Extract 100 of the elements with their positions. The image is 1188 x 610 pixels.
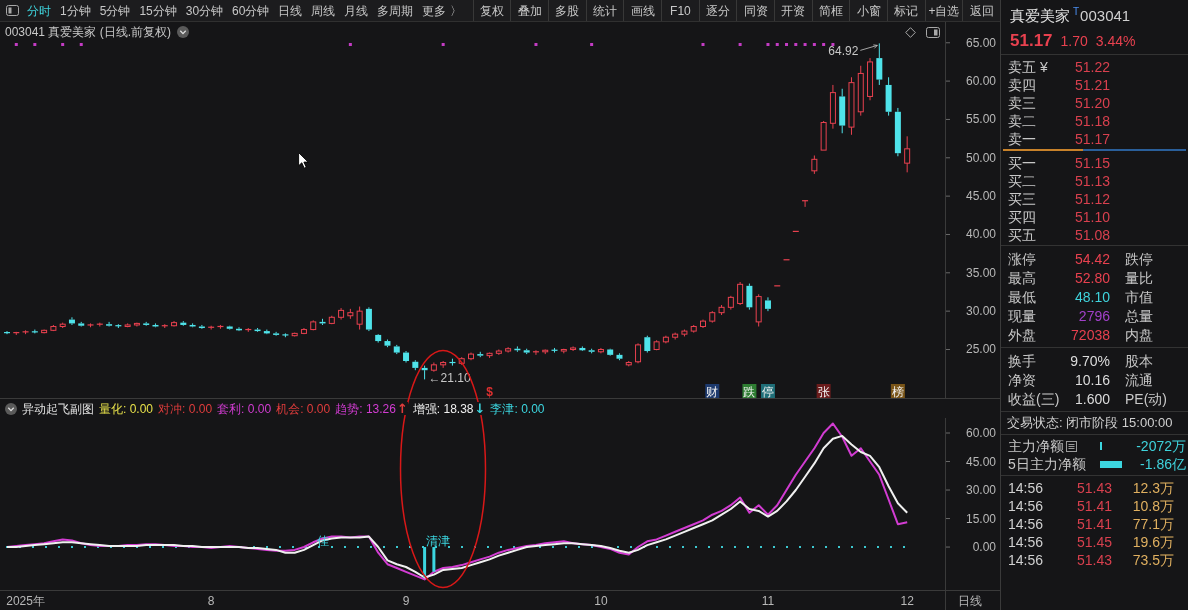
period-tab[interactable]: 月线 — [344, 4, 369, 17]
period-tab[interactable]: 分时 — [27, 4, 51, 17]
quote-label: 最低 — [1008, 288, 1036, 307]
bid-label: 买二 — [1008, 172, 1036, 191]
quote-value: 2796 — [1078, 307, 1110, 326]
period-tab[interactable]: 15分钟 — [139, 4, 177, 17]
toolbar-button[interactable]: 画线 — [623, 0, 662, 21]
indicator-readout: 套利: 0.00 — [217, 400, 272, 418]
bid-price: 51.10 — [1074, 208, 1110, 227]
toolbar-button[interactable]: 返回 — [962, 0, 1000, 21]
price-axis-label: 50.00 — [965, 150, 996, 165]
bid-price: 51.15 — [1074, 154, 1110, 173]
toolbar-button[interactable]: 统计 — [585, 0, 624, 21]
indicator-axis-label: 60.00 — [965, 426, 996, 440]
period-tab[interactable]: 多周期 — [377, 4, 414, 17]
toolbar-button[interactable]: 开资 — [774, 0, 812, 21]
bid-price: 51.08 — [1074, 226, 1110, 245]
event-tag: 停 — [760, 384, 775, 398]
toolbar-button[interactable]: 简框 — [811, 0, 850, 21]
ask-price: 51.22 — [1074, 58, 1110, 77]
trade-time: 14:56 — [1008, 533, 1044, 552]
price-axis-label: 45.00 — [965, 189, 996, 204]
quote-label: 净资 — [1008, 371, 1036, 390]
toolbar-button[interactable]: F10 — [661, 0, 699, 21]
quote-label: 流通 — [1124, 371, 1153, 390]
bid-label: 买五 — [1008, 226, 1036, 245]
sidebar-toggle-icon[interactable] — [6, 5, 19, 16]
event-tag: 张 — [816, 384, 831, 398]
trade-volume: 12.3万 — [1132, 479, 1174, 498]
period-tab[interactable]: 60分钟 — [232, 4, 270, 17]
trade-time: 14:56 — [1008, 515, 1044, 534]
quote-label: 换手 — [1008, 352, 1036, 371]
indicator-readout: 李津: 0.00 — [490, 400, 545, 418]
ask-label: 卖五 ¥ — [1008, 58, 1048, 77]
quote-label: 现量 — [1008, 307, 1036, 326]
trade-volume: 19.6万 — [1132, 533, 1174, 552]
ask-price: 51.18 — [1074, 112, 1110, 131]
ask-price: 51.17 — [1074, 130, 1110, 149]
signal-label: 佳 — [316, 534, 329, 549]
indicator-title: 异动起飞副图 — [22, 400, 94, 418]
quote-value: 10.16 — [1074, 371, 1110, 390]
dropdown-chevron-icon[interactable] — [5, 402, 17, 415]
indicator-axis-label: 0.00 — [972, 540, 996, 555]
list-icon[interactable] — [1066, 440, 1077, 452]
quote-label: 股本 — [1124, 352, 1153, 371]
panel-toggle-icon[interactable] — [926, 26, 940, 38]
bid-label: 买四 — [1008, 208, 1036, 227]
bid-price: 51.12 — [1074, 190, 1110, 209]
indicator-readout: 趋势: 13.26 — [335, 400, 396, 418]
ask-price: 51.21 — [1074, 76, 1110, 95]
toolbar-button[interactable]: +自选 — [924, 0, 963, 21]
date-axis-label: 2025年 — [6, 594, 45, 608]
indicator-readout: 机会: 0.00 — [276, 400, 331, 418]
trade-time: 14:56 — [1008, 497, 1044, 516]
trade-price: 51.43 — [1076, 479, 1112, 498]
toolbar-button[interactable]: 逐分 — [698, 0, 737, 21]
toolbar-button[interactable]: 复权 — [472, 0, 511, 21]
date-axis-label: 12 — [900, 594, 914, 608]
ask-label: 卖三 — [1008, 94, 1036, 113]
date-axis-label: 8 — [207, 594, 215, 608]
period-tab[interactable]: 更多 〉 — [422, 4, 462, 17]
quote-label: 涨停 — [1008, 250, 1036, 269]
period-tab[interactable]: 1分钟 — [60, 4, 91, 17]
event-symbol: $ — [486, 385, 493, 398]
date-axis-label: 10 — [594, 594, 608, 608]
period-tab[interactable]: 周线 — [311, 4, 336, 17]
price-axis-label: 40.00 — [965, 227, 996, 242]
indicator-axis-label: 15.00 — [965, 511, 996, 526]
period-label: 日线 — [958, 592, 982, 610]
toolbar-button[interactable]: 标记 — [887, 0, 925, 21]
trade-price: 51.45 — [1076, 533, 1112, 552]
toolbar-button[interactable]: 多股 — [548, 0, 586, 21]
toolbar-button[interactable]: 叠加 — [510, 0, 549, 21]
chart-title: 003041 真爱美家 (日线.前复权) — [5, 24, 172, 41]
trade-time: 14:56 — [1008, 479, 1044, 498]
diamond-icon[interactable] — [905, 26, 916, 38]
toolbar-button[interactable]: 小窗 — [849, 0, 887, 21]
bid-label: 买三 — [1008, 190, 1036, 209]
period-tab[interactable]: 日线 — [278, 4, 303, 17]
event-tag: 跌 — [742, 384, 757, 398]
period-tab[interactable]: 5分钟 — [99, 4, 131, 17]
toolbar-button[interactable]: 同资 — [736, 0, 775, 21]
quote-label: 量比 — [1124, 269, 1153, 288]
price-axis-label: 35.00 — [965, 265, 996, 280]
quote-label: 最高 — [1008, 269, 1036, 288]
trade-price: 51.41 — [1076, 515, 1112, 534]
event-tag: 财 — [705, 384, 720, 398]
percent-change: 3.44% — [1095, 32, 1136, 51]
status-letter: T — [1073, 6, 1080, 18]
price-axis-label: 55.00 — [965, 112, 996, 127]
flow-label: 5日主力净额 — [1008, 454, 1086, 474]
date-axis-label: 9 — [402, 594, 410, 608]
quote-label: 总量 — [1124, 307, 1153, 326]
quote-label: 外盘 — [1008, 326, 1036, 345]
dropdown-chevron-icon[interactable] — [177, 26, 190, 38]
flow-value: -2072万 — [1135, 436, 1186, 456]
ask-label: 卖一 — [1008, 130, 1036, 149]
period-tab[interactable]: 30分钟 — [185, 4, 224, 17]
quote-label: 收益(三) — [1008, 390, 1060, 409]
flow-bar-icon — [1100, 460, 1122, 468]
